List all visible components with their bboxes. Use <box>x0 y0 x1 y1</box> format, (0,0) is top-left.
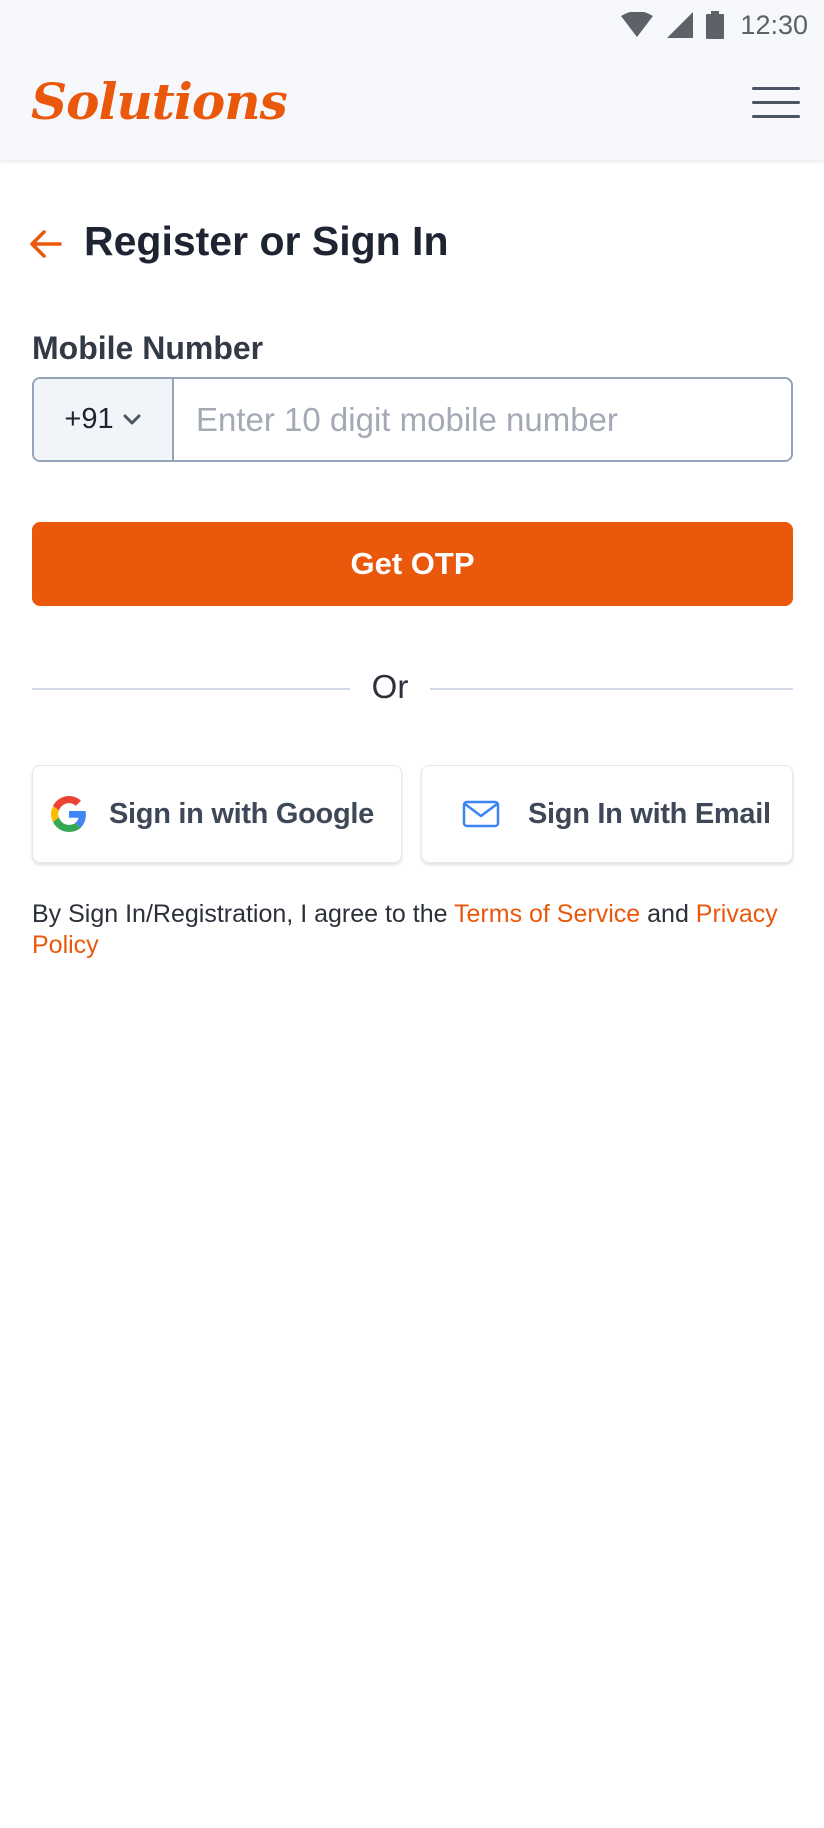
terms-prefix: By Sign In/Registration, I agree to the <box>32 900 455 928</box>
wifi-icon <box>621 12 654 37</box>
terms-notice: By Sign In/Registration, I agree to the … <box>32 899 802 961</box>
country-code-value: +91 <box>64 403 114 435</box>
battery-icon <box>706 11 725 39</box>
hamburger-menu-icon[interactable] <box>752 87 800 127</box>
logo[interactable]: Solutions <box>31 72 288 131</box>
envelope-icon <box>462 800 500 828</box>
status-time: 12:30 <box>740 9 808 40</box>
app-header: Solutions <box>0 50 824 161</box>
google-sign-in-button[interactable]: Sign in with Google <box>32 765 402 863</box>
google-icon <box>51 796 86 832</box>
arrow-left-icon[interactable] <box>30 230 62 258</box>
status-bar: 12:30 <box>0 0 824 50</box>
divider-right <box>430 688 793 690</box>
terms-of-service-link[interactable]: Terms of Service <box>454 900 640 928</box>
cellular-signal-icon <box>667 12 694 38</box>
phone-input-group: +91 <box>32 377 793 462</box>
mobile-number-input[interactable] <box>174 379 791 460</box>
email-button-label: Sign In with Email <box>528 797 771 830</box>
mobile-number-label: Mobile Number <box>32 330 264 366</box>
divider-left <box>32 688 350 690</box>
page-title: Register or Sign In <box>84 218 449 264</box>
terms-middle: and <box>640 900 696 928</box>
chevron-down-icon <box>123 414 141 424</box>
country-code-select[interactable]: +91 <box>34 379 174 460</box>
divider-or-text: Or <box>371 668 409 705</box>
get-otp-button[interactable]: Get OTP <box>32 522 793 606</box>
email-sign-in-button[interactable]: Sign In with Email <box>421 765 793 863</box>
google-button-label: Sign in with Google <box>109 797 374 830</box>
